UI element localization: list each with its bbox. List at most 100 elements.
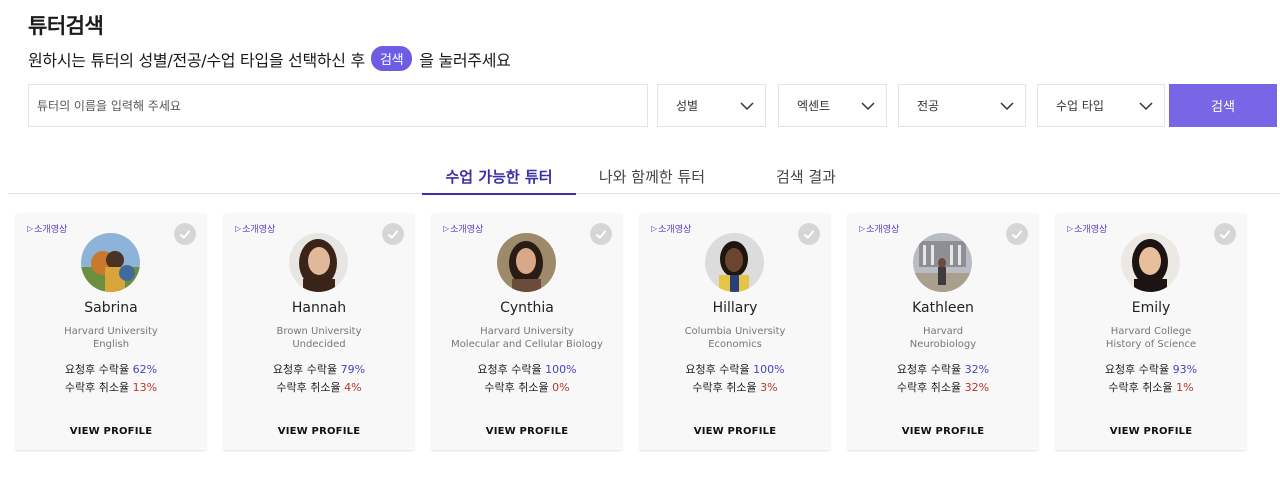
- accept-rate-value: 100%: [545, 363, 577, 376]
- tutor-school: Harvard University: [64, 326, 158, 337]
- view-profile-button[interactable]: VIEW PROFILE: [1056, 426, 1246, 437]
- accept-rate-value: 79%: [340, 363, 366, 376]
- view-profile-button[interactable]: VIEW PROFILE: [640, 426, 830, 437]
- accept-rate: 요청후 수락율 100%: [640, 361, 830, 377]
- page-title: 튜터검색: [28, 14, 104, 38]
- intro-video-link[interactable]: ▷ 소개영상: [443, 222, 483, 235]
- subtitle-text: 원하시는 튜터의 성별/전공/수업 타입을 선택하신 후: [28, 50, 365, 70]
- tutor-school: Harvard College: [1110, 326, 1192, 337]
- gender-select[interactable]: 성별: [657, 84, 766, 127]
- cancel-rate-label: 수락후 취소율: [484, 381, 549, 394]
- tutor-tabs: 수업 가능한 튜터 나와 함께한 튜터 검색 결과: [0, 158, 1280, 195]
- cancel-rate-value: 1%: [1176, 381, 1194, 394]
- major-select[interactable]: 전공: [898, 84, 1026, 127]
- tutor-name: Sabrina: [84, 300, 138, 316]
- tutor-card[interactable]: ▷ 소개영상 Emily Harvard College History of S…: [1056, 213, 1246, 450]
- play-icon: ▷: [27, 224, 34, 233]
- class-type-select[interactable]: 수업 타입: [1037, 84, 1165, 127]
- tutor-card[interactable]: ▷ 소개영상 Cynthia Harvard University Molecul…: [432, 213, 622, 450]
- cancel-rate-value: 0%: [552, 381, 570, 394]
- intro-video-link[interactable]: ▷ 소개영상: [859, 222, 899, 235]
- play-icon: ▷: [651, 224, 658, 233]
- avatar: [1121, 233, 1180, 292]
- tutor-name: Kathleen: [912, 300, 974, 316]
- accept-rate-label: 요청후 수락율: [64, 363, 130, 376]
- tab-my-tutors[interactable]: 나와 함께한 튜터: [576, 158, 728, 194]
- tutor-school: Harvard: [922, 326, 964, 337]
- major-select-label: 전공: [917, 99, 940, 113]
- avatar: [913, 233, 972, 292]
- class-type-select-label: 수업 타입: [1056, 99, 1104, 113]
- check-icon[interactable]: [798, 223, 820, 245]
- check-icon[interactable]: [590, 223, 612, 245]
- check-icon[interactable]: [174, 223, 196, 245]
- accept-rate: 요청후 수락율 32%: [848, 361, 1038, 377]
- tutor-name: Hillary: [712, 300, 758, 316]
- tutor-school: Brown University: [276, 326, 362, 337]
- intro-video-label: 소개영상: [1074, 225, 1108, 235]
- accept-rate: 요청후 수락율 100%: [432, 361, 622, 377]
- check-icon[interactable]: [1006, 223, 1028, 245]
- tutor-card[interactable]: ▷ 소개영상 Sabrina Harvard University English…: [16, 213, 206, 450]
- avatar: [289, 233, 348, 292]
- accept-rate-value: 100%: [753, 363, 785, 376]
- chevron-down-icon: [861, 102, 875, 111]
- accept-rate-value: 32%: [964, 363, 990, 376]
- intro-video-link[interactable]: ▷ 소개영상: [651, 222, 691, 235]
- view-profile-button[interactable]: VIEW PROFILE: [848, 426, 1038, 437]
- tutor-school: Harvard University: [480, 326, 574, 337]
- cancel-rate-label: 수락후 취소율: [896, 381, 962, 394]
- tutor-card[interactable]: ▷ 소개영상 Hillary Columbia University Econom…: [640, 213, 830, 450]
- view-profile-button[interactable]: VIEW PROFILE: [432, 426, 622, 437]
- cancel-rate: 수락후 취소율 0%: [432, 379, 622, 395]
- avatar: [705, 233, 764, 292]
- intro-video-link[interactable]: ▷ 소개영상: [235, 222, 275, 235]
- accept-rate-label: 요청후 수락율: [685, 363, 750, 376]
- cancel-rate-label: 수락후 취소율: [64, 381, 130, 394]
- view-profile-button[interactable]: VIEW PROFILE: [224, 426, 414, 437]
- cancel-rate-value: 3%: [760, 381, 778, 394]
- tab-available-tutors[interactable]: 수업 가능한 튜터: [422, 158, 576, 195]
- accept-rate-label: 요청후 수락율: [1104, 363, 1170, 376]
- accept-rate-label: 요청후 수락율: [477, 363, 542, 376]
- tutor-name: Emily: [1131, 300, 1171, 316]
- accent-select[interactable]: 엑센트: [778, 84, 887, 127]
- accept-rate-value: 93%: [1172, 363, 1198, 376]
- cancel-rate: 수락후 취소율 32%: [848, 379, 1038, 395]
- search-button[interactable]: 검색: [1169, 84, 1277, 127]
- intro-video-link[interactable]: ▷ 소개영상: [27, 222, 67, 235]
- tutor-name-input[interactable]: [28, 84, 648, 127]
- page-subtitle: 원하시는 튜터의 성별/전공/수업 타입을 선택하신 후 검색 을 눌러주세요: [28, 46, 511, 71]
- cancel-rate-value: 32%: [964, 381, 990, 394]
- cancel-rate-label: 수락후 취소율: [276, 381, 341, 394]
- intro-video-link[interactable]: ▷ 소개영상: [1067, 222, 1107, 235]
- play-icon: ▷: [235, 224, 242, 233]
- view-profile-button[interactable]: VIEW PROFILE: [16, 426, 206, 437]
- tutor-school: Columbia University: [684, 326, 786, 337]
- cancel-rate-value: 13%: [132, 381, 158, 394]
- intro-video-label: 소개영상: [450, 225, 484, 235]
- accept-rate-label: 요청후 수락율: [272, 363, 338, 376]
- cancel-rate: 수락후 취소율 1%: [1056, 379, 1246, 395]
- tutor-card[interactable]: ▷ 소개영상 Hannah Brown University Undecided …: [224, 213, 414, 450]
- play-icon: ▷: [859, 224, 866, 233]
- tutor-major: Molecular and Cellular Biology: [451, 339, 603, 350]
- intro-video-label: 소개영상: [242, 225, 276, 235]
- avatar: [81, 233, 140, 292]
- tutor-major: History of Science: [1105, 339, 1197, 350]
- cancel-rate-label: 수락후 취소율: [1108, 381, 1173, 394]
- cancel-rate: 수락후 취소율 13%: [16, 379, 206, 395]
- tab-search-results[interactable]: 검색 결과: [730, 158, 882, 194]
- tutor-card[interactable]: ▷ 소개영상 Kathleen Harvard Neurobiology 요청후 …: [848, 213, 1038, 450]
- play-icon: ▷: [443, 224, 450, 233]
- tutor-name: Cynthia: [500, 300, 554, 316]
- check-icon[interactable]: [382, 223, 404, 245]
- tutor-major: Neurobiology: [909, 339, 977, 350]
- accent-select-label: 엑센트: [797, 99, 831, 113]
- chevron-down-icon: [1139, 102, 1153, 111]
- check-icon[interactable]: [1214, 223, 1236, 245]
- accept-rate-label: 요청후 수락율: [896, 363, 962, 376]
- subtitle-text-end: 을 눌러주세요: [419, 50, 511, 70]
- chevron-down-icon: [1000, 102, 1014, 111]
- accept-rate: 요청후 수락율 93%: [1056, 361, 1246, 377]
